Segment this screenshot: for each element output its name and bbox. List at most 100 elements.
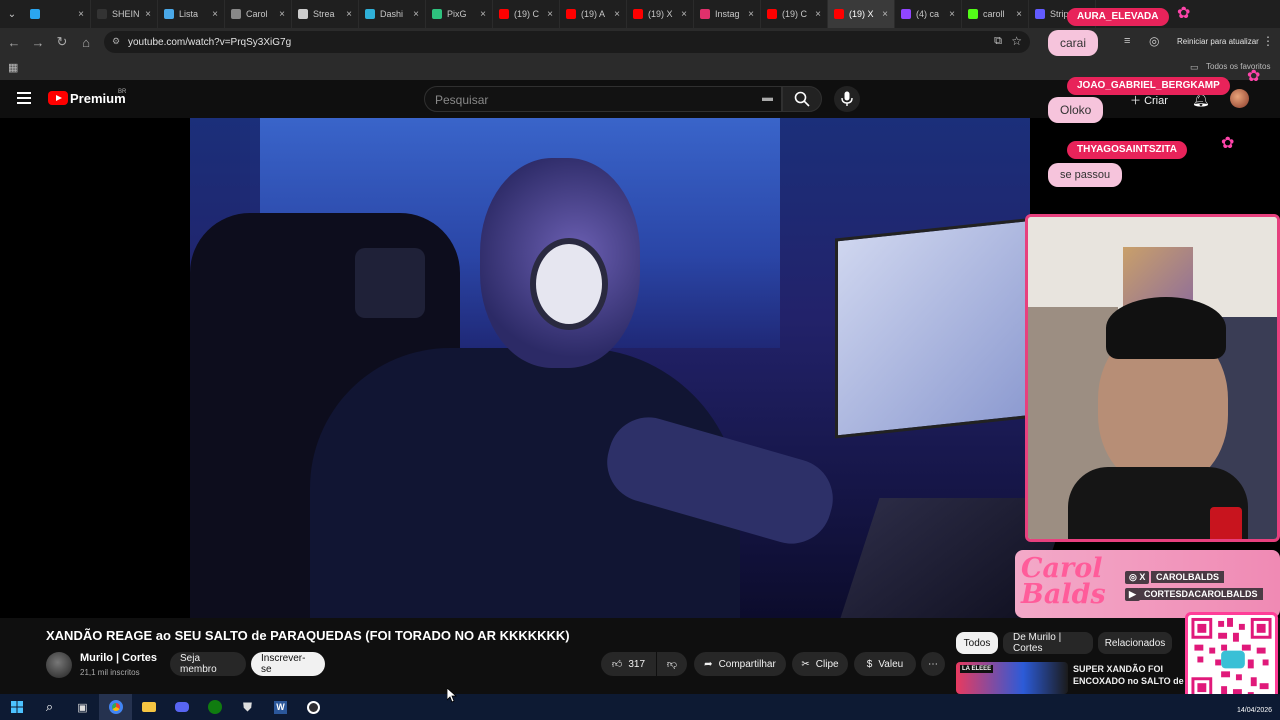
tab-close-icon[interactable]: × [547,9,553,20]
chat-message: se passou [1048,163,1123,187]
youtube-logo-icon[interactable] [48,91,68,105]
browser-tab[interactable]: Instag × [694,0,761,28]
browser-tab[interactable]: (4) ca × [895,0,962,28]
dislike-button[interactable]: 👎︎ [657,652,687,676]
guide-menu-icon[interactable] [17,92,31,104]
clip-label: Clipe [815,658,839,670]
thanks-button[interactable]: $ Valeu [854,652,916,676]
apps-grid-icon[interactable]: ▦ [8,61,18,74]
recommended-thumbnail[interactable]: LA ELEEE [956,662,1068,694]
flower-sticker-icon: ✿ [1177,5,1191,22]
tab-close-icon[interactable]: × [78,9,84,20]
media-control-icon[interactable]: ≡ [1124,35,1130,47]
browser-tab[interactable]: caroll × [962,0,1029,28]
taskbar-search-icon[interactable]: ⌕ [33,694,66,720]
tab-label: (19) X [648,9,673,19]
search-input[interactable]: Pesquisar ▬ [424,86,782,112]
tab-search-menu-icon[interactable]: ⌄ [0,0,24,28]
tab-close-icon[interactable]: × [145,9,151,20]
tab-close-icon[interactable]: × [212,9,218,20]
home-icon[interactable]: ⌂ [74,30,98,54]
browser-tab[interactable]: PixG × [426,0,493,28]
more-actions-button[interactable]: ⋯ [921,652,945,676]
discord-icon[interactable] [165,694,198,720]
reload-icon[interactable]: ↻ [50,30,74,54]
chat-username: AURA_ELEVADA [1067,8,1169,26]
chip-all[interactable]: Todos [956,632,998,654]
tab-close-icon[interactable]: × [413,9,419,20]
tab-favicon-icon [164,9,174,19]
brand-banner: Carol Balds ◎ X CAROLBALDS ▶ CORTESDACAR… [1015,550,1280,618]
browser-tab[interactable]: Lista × [158,0,225,28]
tab-label: caroll [983,9,1005,19]
task-view-icon[interactable]: ▣ [66,694,99,720]
xbox-icon[interactable] [198,694,231,720]
browser-tab[interactable]: (19) C × [493,0,560,28]
voice-search-button[interactable] [834,86,860,112]
tab-close-icon[interactable]: × [882,9,888,20]
account-avatar[interactable] [1230,89,1249,108]
super-thanks-icon: $ [866,658,873,670]
search-button[interactable] [782,86,822,112]
profile-icon[interactable]: ◎ [1149,34,1159,48]
browser-tab[interactable]: × [24,0,91,28]
tab-close-icon[interactable]: × [480,9,486,20]
tab-label: Strea [313,9,335,19]
channel-name[interactable]: Murilo | Cortes [80,652,157,664]
browser-tab[interactable]: Carol × [225,0,292,28]
streamer-cap [1106,297,1226,359]
tab-close-icon[interactable]: × [279,9,285,20]
browser-tab[interactable]: Dashi × [359,0,426,28]
region-code: BR [118,89,127,95]
tab-favicon-icon [767,9,777,19]
all-bookmarks-link[interactable]: Todos os favoritos [1206,62,1270,71]
chrome-taskbar-icon[interactable] [99,694,132,720]
channel-avatar[interactable] [46,652,72,678]
relaunch-button[interactable]: Reiniciar para atualizar [1177,37,1259,46]
browser-menu-icon[interactable]: ⋮ [1262,34,1274,48]
forward-icon[interactable]: → [26,30,50,54]
file-explorer-icon[interactable] [132,694,165,720]
tab-close-icon[interactable]: × [614,9,620,20]
tab-favicon-icon [499,9,509,19]
chip-from-channel[interactable]: De Murilo | Cortes [1003,632,1093,654]
share-icon: ➦ [704,658,713,670]
browser-tab[interactable]: Strea × [292,0,359,28]
create-label: Criar [1144,95,1168,107]
tab-close-icon[interactable]: × [949,9,955,20]
tab-close-icon[interactable]: × [815,9,821,20]
clip-button[interactable]: ✂ Clipe [792,652,848,676]
video-details: XANDÃO REAGE ao SEU SALTO de PARAQUEDAS … [0,618,1280,698]
headphones [530,238,608,330]
browser-tab[interactable]: (19) C × [761,0,828,28]
monitor [835,217,1035,439]
like-button[interactable]: 👍︎ 317 [601,652,656,676]
tab-close-icon[interactable]: × [1016,9,1022,20]
address-bar[interactable]: ⚙ youtube.com/watch?v=PrqSy3XiG7g ⧉ ☆ [104,31,1030,53]
tab-close-icon[interactable]: × [681,9,687,20]
install-app-icon[interactable]: ⧉ [994,35,1002,48]
browser-tab[interactable]: (19) X × [627,0,694,28]
browser-tab[interactable]: (19) A × [560,0,627,28]
join-label: Seja membro [180,653,217,675]
keyboard-icon[interactable]: ▬ [762,92,773,104]
tab-close-icon[interactable]: × [346,9,352,20]
tab-favicon-icon [231,9,241,19]
obs-icon[interactable] [297,694,330,720]
security-shield-icon[interactable]: ⛊ [231,694,264,720]
browser-tab[interactable]: (19) X × [828,0,895,28]
subscribe-button[interactable]: Inscrever-se [251,652,325,676]
browser-tab[interactable]: SHEIN × [91,0,158,28]
join-button[interactable]: Seja membro [170,652,246,676]
start-button[interactable] [0,694,33,720]
instagram-twitter-icon: ◎ X [1125,571,1150,584]
chip-related[interactable]: Relacionados [1098,632,1172,654]
site-info-icon[interactable]: ⚙ [112,36,120,47]
folder-icon: ▭ [1190,62,1199,72]
tab-close-icon[interactable]: × [748,9,754,20]
word-icon[interactable]: W [264,694,297,720]
plus-icon: ＋ [1130,95,1141,107]
bookmark-star-icon[interactable]: ☆ [1011,34,1022,48]
share-button[interactable]: ➦ Compartilhar [694,652,786,676]
back-icon[interactable]: ← [2,30,26,54]
